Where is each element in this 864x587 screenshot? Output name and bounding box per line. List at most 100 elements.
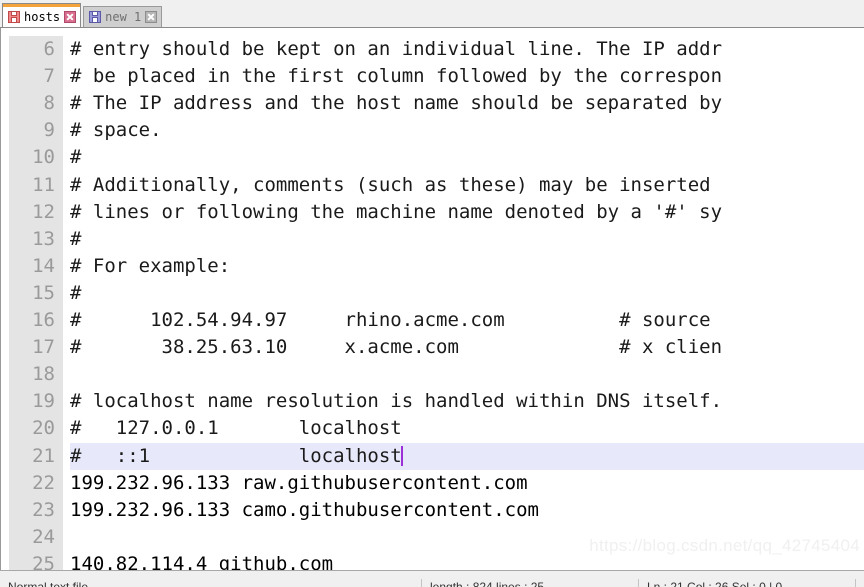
- gutter-gap: [63, 271, 70, 299]
- gutter-margin: [1, 488, 9, 516]
- gutter-gap: [63, 55, 70, 83]
- status-eol-format: Windows (CR LF): [856, 579, 864, 587]
- line-text-container[interactable]: #: [70, 280, 864, 307]
- line-number: 24: [9, 523, 63, 551]
- line-number: 23: [9, 496, 63, 524]
- line-text-container[interactable]: 199.232.96.133 raw.githubusercontent.com: [70, 470, 864, 497]
- line-number: 8: [9, 90, 63, 118]
- close-icon[interactable]: [64, 11, 77, 23]
- line-number: 17: [9, 334, 63, 362]
- line-number: 12: [9, 198, 63, 226]
- text-editor[interactable]: 6 # entry should be kept on an individual…: [0, 28, 864, 570]
- status-bar: Normal text file length : 824 lines : 25…: [0, 570, 864, 587]
- text-caret: [400, 445, 403, 466]
- line-number: 7: [9, 63, 63, 91]
- gutter-margin: [1, 542, 9, 570]
- floppy-disk-save-icon: [89, 11, 102, 23]
- gutter-gap: [63, 244, 70, 272]
- gutter-margin: [1, 461, 9, 489]
- line-text: # The IP address and the host name shoul…: [70, 92, 723, 115]
- line-text: # lines or following the machine name de…: [70, 200, 723, 223]
- gutter-margin: [1, 28, 9, 56]
- line-text: # Additionally, comments (such as these)…: [70, 173, 711, 196]
- tab-bar: hosts new 1: [0, 0, 864, 28]
- status-caret-position: Ln : 21 Col : 26 Sel : 0 | 0: [639, 579, 856, 587]
- gutter-gap: [63, 488, 70, 516]
- line-text: # be placed in the first column followed…: [70, 65, 723, 88]
- line-text: 199.232.96.133 camo.githubusercontent.co…: [70, 498, 539, 521]
- line-text-container[interactable]: # lines or following the machine name de…: [70, 199, 864, 226]
- line-text-container[interactable]: #: [70, 226, 864, 253]
- line-text-container[interactable]: # 127.0.0.1 localhost: [70, 415, 864, 442]
- gutter-margin: [1, 190, 9, 218]
- line-text: # 38.25.63.10 x.acme.com # x clien: [70, 336, 723, 359]
- tab-label: hosts: [24, 10, 61, 24]
- gutter-margin: [1, 298, 9, 327]
- gutter-margin: [1, 271, 9, 299]
- gutter-margin: [1, 407, 9, 435]
- code-line[interactable]: 6 # entry should be kept on an individual…: [1, 28, 864, 64]
- line-text-container[interactable]: # 102.54.94.97 rhino.acme.com # source: [70, 307, 864, 334]
- line-text-container[interactable]: 199.232.96.133 camo.githubusercontent.co…: [70, 497, 864, 524]
- line-text: # space.: [70, 119, 162, 142]
- gutter-gap: [63, 82, 70, 110]
- gutter-gap: [63, 515, 70, 543]
- line-text-container[interactable]: # The IP address and the host name shoul…: [70, 90, 864, 117]
- gutter-margin: [1, 380, 9, 408]
- tab-new-1[interactable]: new 1: [83, 6, 163, 27]
- line-text-container[interactable]: # localhost name resolution is handled w…: [70, 388, 864, 415]
- line-text-container[interactable]: # Additionally, comments (such as these)…: [70, 172, 864, 199]
- active-tab-indicator: [3, 4, 81, 7]
- line-text-container[interactable]: # be placed in the first column followed…: [70, 63, 864, 90]
- line-text-container[interactable]: # 38.25.63.10 x.acme.com # x clien: [70, 334, 864, 361]
- line-number: 6: [9, 36, 63, 64]
- line-number: 19: [9, 388, 63, 416]
- gutter-gap: [63, 326, 70, 354]
- line-text: # 102.54.94.97 rhino.acme.com # source: [70, 309, 711, 332]
- close-icon[interactable]: [145, 11, 158, 23]
- gutter-margin: [1, 109, 9, 137]
- gutter-margin: [1, 434, 9, 462]
- line-text-container[interactable]: # ::1 localhost: [70, 442, 864, 470]
- line-text-container[interactable]: # entry should be kept on an individual …: [70, 36, 864, 63]
- line-text-container[interactable]: 140.82.114.4 github.com: [70, 551, 864, 570]
- line-text: 140.82.114.4 github.com: [70, 552, 334, 570]
- line-text: # ::1 localhost: [70, 444, 402, 467]
- line-text-container[interactable]: #: [70, 144, 864, 171]
- gutter-margin: [1, 217, 9, 245]
- line-text-container[interactable]: [70, 361, 864, 388]
- line-number: 22: [9, 469, 63, 497]
- line-number: 21: [9, 442, 63, 470]
- line-text: # localhost name resolution is handled w…: [70, 390, 723, 413]
- gutter-margin: [1, 244, 9, 272]
- gutter-margin: [1, 353, 9, 381]
- line-number: 25: [9, 550, 63, 570]
- line-number: 16: [9, 307, 63, 335]
- gutter-gap: [63, 434, 70, 462]
- gutter-gap: [63, 407, 70, 435]
- gutter-margin: [1, 136, 9, 164]
- gutter-gap: [63, 163, 70, 191]
- line-text: #: [70, 281, 82, 304]
- gutter-margin: [1, 163, 9, 191]
- line-text-container[interactable]: # For example:: [70, 253, 864, 280]
- gutter-gap: [63, 298, 70, 327]
- line-text: 199.232.96.133 raw.githubusercontent.com: [70, 471, 528, 494]
- line-text-container[interactable]: [70, 524, 864, 551]
- line-number: 14: [9, 252, 63, 280]
- gutter-gap: [63, 217, 70, 245]
- line-text: # 127.0.0.1 localhost: [70, 417, 402, 440]
- status-length-lines: length : 824 lines : 25: [422, 579, 639, 587]
- line-text-container[interactable]: # space.: [70, 117, 864, 144]
- gutter-gap: [63, 109, 70, 137]
- status-file-type: Normal text file: [0, 579, 422, 587]
- line-number: 15: [9, 279, 63, 308]
- gutter-gap: [63, 190, 70, 218]
- line-number: 11: [9, 171, 63, 199]
- tab-hosts[interactable]: hosts: [2, 3, 82, 27]
- gutter-gap: [63, 28, 70, 56]
- gutter-margin: [1, 82, 9, 110]
- line-number: 20: [9, 415, 63, 443]
- gutter-margin: [1, 515, 9, 543]
- code-area[interactable]: 6 # entry should be kept on an individual…: [1, 28, 864, 570]
